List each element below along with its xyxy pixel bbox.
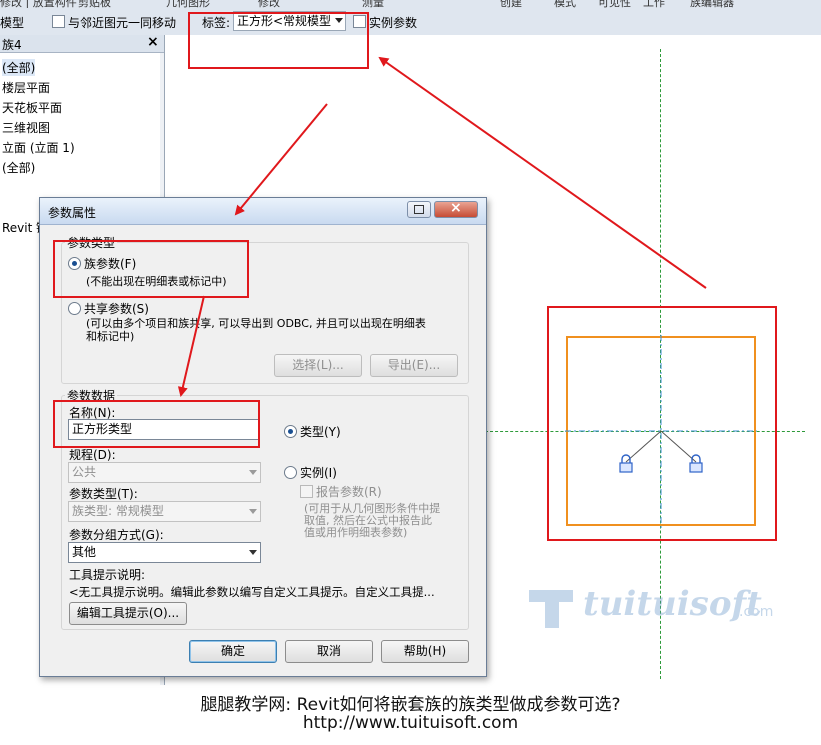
footer-caption: 腿腿教学网: Revit如何将嵌套族的族类型做成参数可选? (200, 695, 621, 715)
arrow-to-label-dropdown (378, 56, 707, 289)
footer-url[interactable]: http://www.tuituisoft.com (0, 713, 821, 733)
annotation-arrows (177, 56, 707, 397)
arrow-to-name-field (177, 295, 205, 397)
arrow-to-dialog (234, 103, 328, 216)
